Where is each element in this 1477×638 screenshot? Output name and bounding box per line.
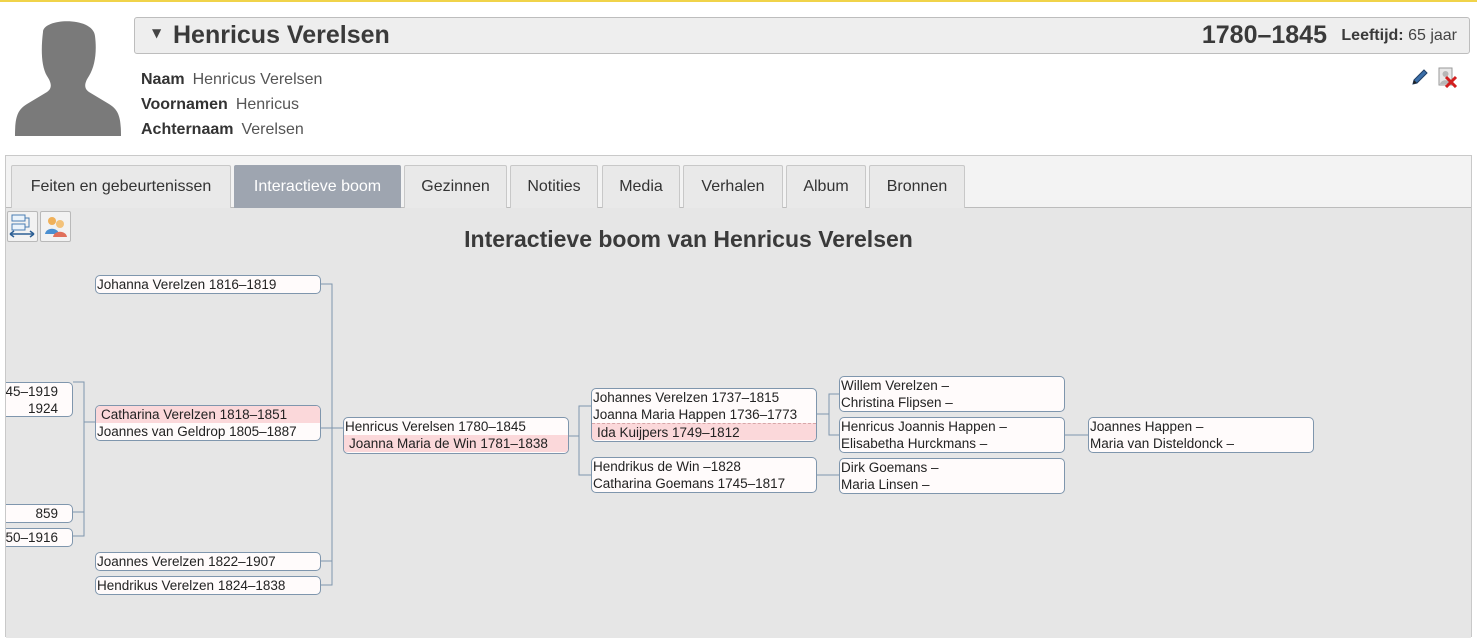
caret-down-icon[interactable]: ▼ bbox=[152, 26, 161, 40]
avatar bbox=[15, 21, 121, 136]
tab-interactieve-boom[interactable]: Interactieve boom bbox=[234, 165, 401, 208]
tree-person: Henricus Joannis Happen – bbox=[841, 419, 1007, 434]
age-label: Leeftijd: bbox=[1341, 27, 1404, 44]
tree-node-partial[interactable]: 50–1916 bbox=[6, 528, 73, 547]
tree-person: Joannes van Geldrop 1805–1887 bbox=[97, 424, 297, 439]
person-age: Leeftijd: 65 jaar bbox=[1341, 27, 1457, 45]
age-value: 65 jaar bbox=[1408, 27, 1457, 44]
tree-node-root[interactable]: Henricus Verelsen 1780–1845 Joanna Maria… bbox=[343, 417, 569, 454]
tree-person: Willem Verelzen – bbox=[841, 378, 950, 393]
fact-value: Henricus bbox=[235, 96, 299, 113]
fact-value: Henricus Verelsen bbox=[192, 71, 323, 88]
tab-bronnen[interactable]: Bronnen bbox=[869, 165, 965, 208]
tree-person: Joannes Happen – bbox=[1090, 419, 1204, 434]
tree-person: Joanna Maria de Win 1781–1838 bbox=[344, 435, 568, 452]
tree-node-partial[interactable]: 45–1919 1924 bbox=[6, 382, 73, 417]
tree-person: Johanna Verelzen 1816–1819 bbox=[97, 277, 277, 292]
tab-media[interactable]: Media bbox=[602, 165, 680, 208]
fact-label: Achternaam bbox=[141, 121, 234, 138]
tab-notities[interactable]: Notities bbox=[510, 165, 598, 208]
tree-node-child[interactable]: Johanna Verelzen 1816–1819 bbox=[95, 275, 321, 294]
tree-node-child-couple[interactable]: Catharina Verelzen 1818–1851 Joannes van… bbox=[95, 405, 321, 441]
tree-person: Johannes Verelzen 1737–1815 bbox=[593, 390, 780, 405]
delete-person-icon[interactable] bbox=[1436, 66, 1458, 88]
tree-person: 50–1916 bbox=[6, 530, 58, 545]
person-name: Henricus Verelsen bbox=[173, 21, 390, 49]
tree-node-grandparents[interactable]: Willem Verelzen – Christina Flipsen – bbox=[839, 376, 1065, 412]
tree-node-grandparents[interactable]: Henricus Joannis Happen – Elisabetha Hur… bbox=[839, 417, 1065, 453]
fact-value: Verelsen bbox=[241, 121, 304, 138]
tab-feiten[interactable]: Feiten en gebeurtenissen bbox=[11, 165, 231, 208]
tree-person: Hendrikus Verelzen 1824–1838 bbox=[97, 578, 286, 593]
tab-gezinnen[interactable]: Gezinnen bbox=[404, 165, 507, 208]
tab-album[interactable]: Album bbox=[786, 165, 866, 208]
tree-node-child[interactable]: Hendrikus Verelzen 1824–1838 bbox=[95, 576, 321, 595]
fact-row-naam: Naam Henricus Verelsen bbox=[141, 69, 322, 94]
interactive-tree[interactable]: Interactieve boom van Henricus Verelsen … bbox=[6, 209, 1471, 638]
tree-node-grandparents[interactable]: Dirk Goemans – Maria Linsen – bbox=[839, 458, 1065, 494]
person-facts: Naam Henricus Verelsen Voornamen Henricus … bbox=[141, 69, 322, 144]
tree-node-parents[interactable]: Hendrikus de Win –1828 Catharina Goemans… bbox=[591, 457, 817, 493]
tree-node-parents[interactable]: Johannes Verelzen 1737–1815 Joanna Maria… bbox=[591, 388, 817, 442]
tab-strip: Feiten en gebeurtenissen Interactieve bo… bbox=[6, 156, 1471, 208]
person-years: 1780–1845 bbox=[1201, 21, 1327, 49]
tree-person: 45–1919 bbox=[6, 384, 58, 399]
tree-person: Dirk Goemans – bbox=[841, 460, 939, 475]
fact-row-voornamen: Voornamen Henricus bbox=[141, 94, 322, 119]
tree-person: Maria van Disteldonck – bbox=[1090, 436, 1235, 451]
tree-person: 859 bbox=[35, 506, 58, 521]
fact-label: Voornamen bbox=[141, 96, 228, 113]
tree-person: Elisabetha Hurckmans – bbox=[841, 436, 988, 451]
fact-label: Naam bbox=[141, 71, 185, 88]
tree-person: Catharina Verelzen 1818–1851 bbox=[96, 406, 320, 423]
person-header: ▼ Henricus Verelsen 1780–1845 Leeftijd: … bbox=[134, 17, 1470, 54]
tree-node-great-grandparents[interactable]: Joannes Happen – Maria van Disteldonck – bbox=[1088, 417, 1314, 453]
tab-verhalen[interactable]: Verhalen bbox=[683, 165, 783, 208]
tree-person: Christina Flipsen – bbox=[841, 395, 953, 410]
tree-person: Henricus Verelsen 1780–1845 bbox=[345, 419, 526, 434]
tree-person: Maria Linsen – bbox=[841, 477, 930, 492]
tree-node-partial[interactable]: 859 bbox=[6, 504, 73, 523]
tree-person: Catharina Goemans 1745–1817 bbox=[593, 476, 786, 491]
tree-person: Ida Kuijpers 1749–1812 bbox=[592, 423, 816, 440]
tree-person: 1924 bbox=[27, 401, 58, 416]
person-panel: Feiten en gebeurtenissen Interactieve bo… bbox=[5, 155, 1472, 638]
fact-row-achternaam: Achternaam Verelsen bbox=[141, 119, 322, 144]
tree-person: Joannes Verelzen 1822–1907 bbox=[97, 554, 276, 569]
tree-node-child[interactable]: Joannes Verelzen 1822–1907 bbox=[95, 552, 321, 571]
tree-person: Joanna Maria Happen 1736–1773 bbox=[593, 407, 798, 422]
tree-person: Hendrikus de Win –1828 bbox=[593, 459, 741, 474]
top-accent-line bbox=[0, 0, 1477, 2]
pencil-icon[interactable] bbox=[1410, 67, 1430, 87]
